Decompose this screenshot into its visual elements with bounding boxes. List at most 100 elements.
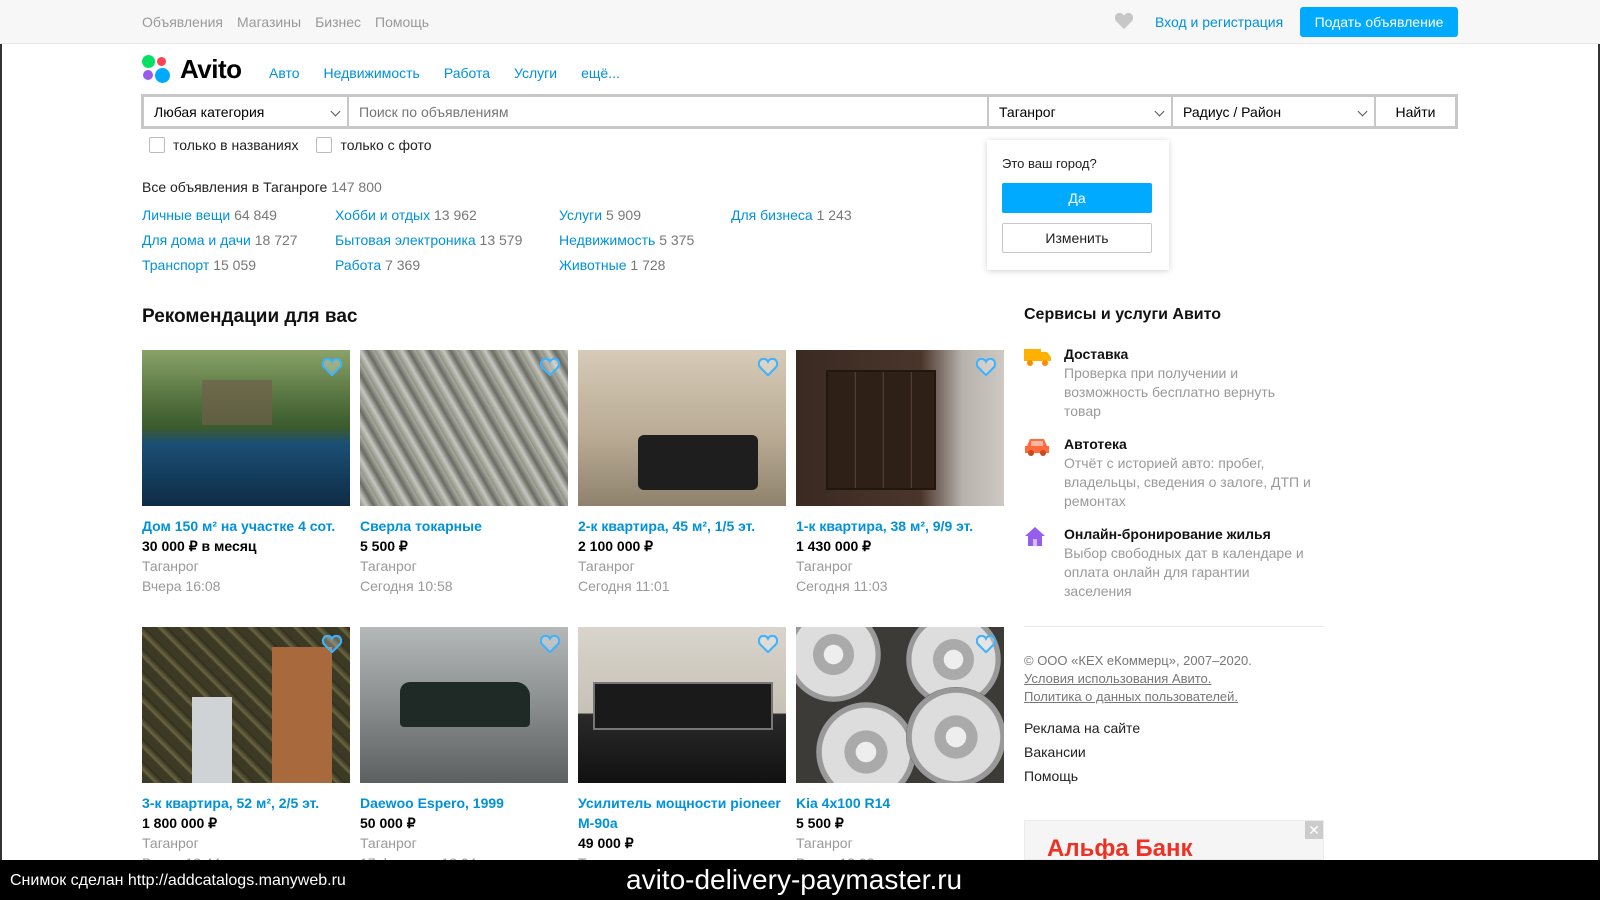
post-ad-button[interactable]: Подать объявление xyxy=(1300,7,1458,37)
favorite-heart-icon[interactable] xyxy=(540,635,560,653)
category-link[interactable]: Для дома и дачи xyxy=(142,232,251,248)
category-nav: Авто Недвижимость Работа Услуги ещё... xyxy=(269,65,620,81)
footer-help-link[interactable]: Помощь xyxy=(1024,768,1078,784)
listing-photo[interactable] xyxy=(796,627,1004,783)
logo-text: Avito xyxy=(180,54,242,84)
favorite-heart-icon[interactable] xyxy=(976,635,996,653)
login-link[interactable]: Вход и регистрация xyxy=(1155,14,1283,30)
listing-photo[interactable] xyxy=(142,350,350,506)
favorite-heart-icon[interactable] xyxy=(322,358,342,376)
category-count: 13 962 xyxy=(433,207,477,223)
top-nav-business[interactable]: Бизнес xyxy=(315,14,361,30)
photo-only-label: только с фото xyxy=(340,137,432,153)
catnav-services[interactable]: Услуги xyxy=(514,65,557,81)
search-button[interactable]: Найти xyxy=(1376,97,1455,126)
listing-card[interactable]: Сверла токарные 5 500 ₽ Таганрог Сегодня… xyxy=(360,350,568,596)
catnav-auto[interactable]: Авто xyxy=(269,65,300,81)
favorite-heart-icon[interactable] xyxy=(758,635,778,653)
copyright: © ООО «КЕХ еКоммерц», 2007–2020. xyxy=(1024,653,1252,668)
titles-only-label: только в названиях xyxy=(173,137,299,153)
listing-title[interactable]: Усилитель мощности pioneer M-90a xyxy=(578,793,786,833)
search-input[interactable] xyxy=(349,97,987,126)
category-list: Личные вещи 64 849 Для дома и дачи 18 72… xyxy=(142,207,902,287)
search-query-wrap xyxy=(349,97,989,126)
top-nav-shops[interactable]: Магазины xyxy=(237,14,301,30)
listing-photo[interactable] xyxy=(142,627,350,783)
checkbox-box[interactable] xyxy=(316,137,333,153)
listing-time: Сегодня 11:01 xyxy=(578,578,670,594)
catnav-more[interactable]: ещё... xyxy=(581,65,620,81)
footer-ads-link[interactable]: Реклама на сайте xyxy=(1024,720,1140,736)
service-title[interactable]: Автотека xyxy=(1064,436,1127,452)
service-title[interactable]: Онлайн-бронирование жилья xyxy=(1064,526,1271,542)
category-count: 7 369 xyxy=(385,257,421,273)
listing-title[interactable]: 1-к квартира, 38 м², 9/9 эт. xyxy=(796,516,1004,536)
photo-only-checkbox[interactable]: только с фото xyxy=(316,137,432,153)
listing-photo[interactable] xyxy=(360,350,568,506)
top-nav-ads[interactable]: Объявления xyxy=(142,14,223,30)
listing-title[interactable]: Сверла токарные xyxy=(360,516,568,536)
city-select[interactable]: Таганрог xyxy=(989,97,1173,126)
favorites-heart-icon[interactable] xyxy=(1114,12,1134,30)
listing-city: Таганрог xyxy=(360,835,417,851)
category-link[interactable]: Недвижимость xyxy=(559,232,655,248)
listing-title[interactable]: 3-к квартира, 52 м², 2/5 эт. xyxy=(142,793,350,813)
listing-photo[interactable] xyxy=(578,350,786,506)
category-link[interactable]: Личные вещи xyxy=(142,207,230,223)
city-yes-button[interactable]: Да xyxy=(1002,183,1152,213)
category-item: Для дома и дачи 18 727 xyxy=(142,232,298,248)
catnav-realty[interactable]: Недвижимость xyxy=(324,65,420,81)
listing-card[interactable]: Kia 4x100 R14 5 500 ₽ Таганрог Вчера 12:… xyxy=(796,627,1004,873)
divider xyxy=(1024,626,1324,627)
listing-title[interactable]: Дом 150 м² на участке 4 сот. xyxy=(142,516,350,536)
listing-card[interactable]: Дом 150 м² на участке 4 сот. 30 000 ₽ в … xyxy=(142,350,350,596)
listing-card[interactable]: Daewoo Espero, 1999 50 000 ₽ Таганрог 17… xyxy=(360,627,568,873)
bank-ad-banner[interactable]: Альфа Банк ✕ xyxy=(1024,820,1324,860)
favorite-heart-icon[interactable] xyxy=(540,358,560,376)
category-link[interactable]: Работа xyxy=(335,257,381,273)
favorite-heart-icon[interactable] xyxy=(758,358,778,376)
footer-jobs-link[interactable]: Вакансии xyxy=(1024,744,1086,760)
catnav-jobs[interactable]: Работа xyxy=(444,65,490,81)
city-change-button[interactable]: Изменить xyxy=(1002,223,1152,253)
terms-link[interactable]: Условия использования Авито. xyxy=(1024,671,1211,686)
favorite-heart-icon[interactable] xyxy=(322,635,342,653)
recommendations-grid: Дом 150 м² на участке 4 сот. 30 000 ₽ в … xyxy=(142,350,1007,871)
listing-price: 1 800 000 ₽ xyxy=(142,815,218,831)
category-item: Личные вещи 64 849 xyxy=(142,207,277,223)
category-select[interactable]: Любая категория xyxy=(144,97,349,126)
top-nav-help[interactable]: Помощь xyxy=(375,14,429,30)
category-link[interactable]: Для бизнеса xyxy=(731,207,813,223)
category-item: Услуги 5 909 xyxy=(559,207,641,223)
listing-card[interactable]: 3-к квартира, 52 м², 2/5 эт. 1 800 000 ₽… xyxy=(142,627,350,873)
listing-card[interactable]: 1-к квартира, 38 м², 9/9 эт. 1 430 000 ₽… xyxy=(796,350,1004,596)
titles-only-checkbox[interactable]: только в названиях xyxy=(149,137,298,153)
listing-title[interactable]: Daewoo Espero, 1999 xyxy=(360,793,568,813)
category-link[interactable]: Услуги xyxy=(559,207,602,223)
category-link[interactable]: Транспорт xyxy=(142,257,209,273)
close-icon[interactable]: ✕ xyxy=(1305,821,1323,839)
category-select-value: Любая категория xyxy=(154,104,265,120)
privacy-link[interactable]: Политика о данных пользователей. xyxy=(1024,689,1238,704)
listing-photo[interactable] xyxy=(578,627,786,783)
top-bar: Объявления Магазины Бизнес Помощь Вход и… xyxy=(0,0,1600,44)
listing-city: Таганрог xyxy=(796,835,853,851)
listing-card[interactable]: Усилитель мощности pioneer M-90a 49 000 … xyxy=(578,627,786,873)
category-link[interactable]: Бытовая электроника xyxy=(335,232,476,248)
listing-photo[interactable] xyxy=(360,627,568,783)
service-title[interactable]: Доставка xyxy=(1064,346,1128,362)
category-link[interactable]: Хобби и отдых xyxy=(335,207,430,223)
listing-city: Таганрог xyxy=(360,558,417,574)
category-link[interactable]: Животные xyxy=(559,257,627,273)
listing-title[interactable]: 2-к квартира, 45 м², 1/5 эт. xyxy=(578,516,786,536)
listing-card[interactable]: 2-к квартира, 45 м², 1/5 эт. 2 100 000 ₽… xyxy=(578,350,786,596)
favorite-heart-icon[interactable] xyxy=(976,358,996,376)
category-count: 5 909 xyxy=(605,207,641,223)
chevron-down-icon xyxy=(330,106,341,117)
avito-logo[interactable]: Avito xyxy=(142,54,242,85)
category-item: Бытовая электроника 13 579 xyxy=(335,232,522,248)
radius-select[interactable]: Радиус / Район xyxy=(1173,97,1376,126)
listing-title[interactable]: Kia 4x100 R14 xyxy=(796,793,1004,813)
listing-photo[interactable] xyxy=(796,350,1004,506)
checkbox-box[interactable] xyxy=(149,137,165,153)
